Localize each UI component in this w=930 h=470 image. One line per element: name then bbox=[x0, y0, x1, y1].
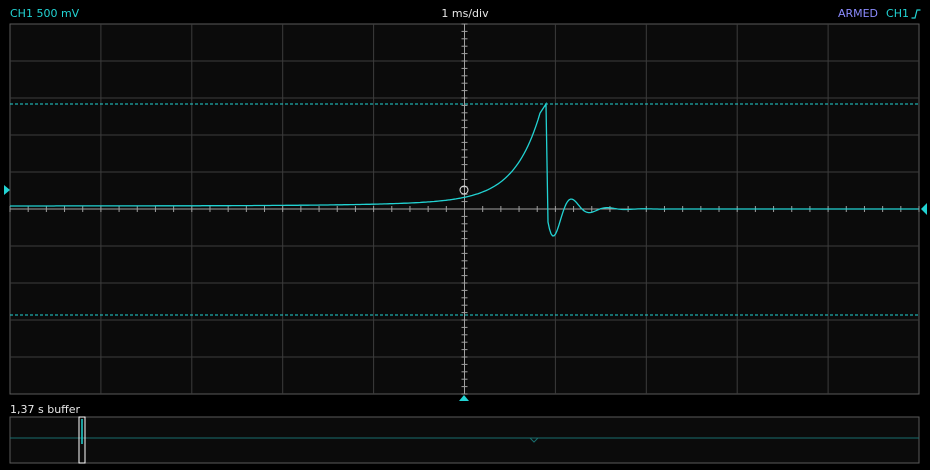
trigger-level-marker[interactable] bbox=[4, 185, 10, 195]
scope-display[interactable] bbox=[0, 0, 930, 470]
buffer-overview[interactable] bbox=[9, 416, 920, 464]
buffer-length-label: 1,37 s buffer bbox=[10, 403, 81, 416]
channel-offset-marker[interactable] bbox=[921, 203, 927, 215]
trigger-position-marker[interactable] bbox=[459, 395, 469, 401]
